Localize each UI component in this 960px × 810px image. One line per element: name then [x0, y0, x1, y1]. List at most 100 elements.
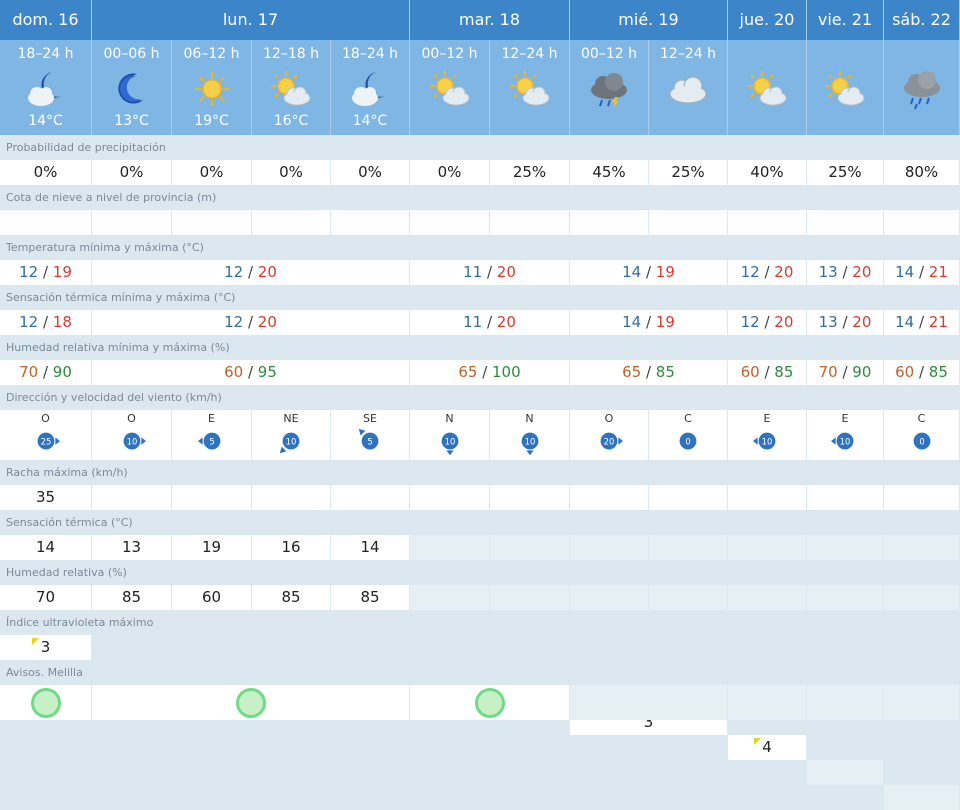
- data-cell: [252, 210, 331, 235]
- minmax-cell: 14 / 21: [884, 310, 960, 335]
- minmax-cell: 60 / 85: [728, 360, 807, 385]
- alert-cell: [410, 685, 570, 720]
- data-cell: 40%: [728, 160, 807, 185]
- min-value: 11: [463, 263, 483, 281]
- sun-cloud-icon: [425, 68, 475, 110]
- wind-speed: 10: [524, 436, 535, 446]
- period-header: 00–12 h: [410, 40, 490, 135]
- sun-cloud-icon: [742, 68, 792, 110]
- minmax-cell: 65 / 100: [410, 360, 570, 385]
- min-value: 60: [740, 363, 760, 381]
- separator: /: [243, 263, 258, 281]
- max-value: 20: [774, 263, 794, 281]
- wind-arrow-icon: 0: [679, 432, 697, 450]
- min-value: 13: [818, 313, 838, 331]
- wind-cell: O 20: [570, 410, 649, 460]
- uv-marker-icon: [753, 738, 761, 745]
- period-header-row: 18–24 h 14°C 00–06 h 13°C 06–12 h 19°C 12–18 h…: [0, 40, 960, 135]
- max-value: 21: [928, 263, 948, 281]
- wind-direction: C: [917, 412, 926, 425]
- separator: /: [641, 313, 656, 331]
- wind-speed: 5: [367, 436, 372, 446]
- wind-direction: E: [763, 412, 771, 425]
- min-value: 14: [622, 263, 642, 281]
- wind-speed: 0: [685, 436, 690, 446]
- data-cell: [728, 585, 807, 610]
- min-value: 14: [895, 263, 915, 281]
- wind-direction: N: [445, 412, 454, 425]
- period-label: 00–12 h: [581, 46, 637, 62]
- period-temperature: 13°C: [114, 113, 149, 129]
- wind-cell: N 10: [410, 410, 490, 460]
- wind-direction: E: [208, 412, 215, 425]
- wind-speed: 20: [604, 436, 615, 446]
- sun-cloud-icon: [820, 68, 870, 110]
- data-cell: [331, 210, 410, 235]
- period-header: 18–24 h 14°C: [331, 40, 410, 135]
- data-cell: [490, 585, 570, 610]
- day-header: lun. 17: [92, 0, 410, 40]
- data-cell: [884, 585, 960, 610]
- minmax-cell: 13 / 20: [807, 260, 884, 285]
- alert-cell: [884, 685, 960, 720]
- separator: /: [914, 263, 929, 281]
- wind-cell: O 25: [0, 410, 92, 460]
- min-value: 12: [19, 263, 39, 281]
- separator: /: [38, 313, 53, 331]
- wind-direction: NE: [283, 412, 299, 425]
- data-cell: [331, 485, 410, 510]
- separator: /: [641, 263, 656, 281]
- sun-icon: [187, 68, 237, 110]
- min-value: 13: [818, 263, 838, 281]
- period-label: 06–12 h: [183, 46, 240, 62]
- data-cell: 25%: [649, 160, 728, 185]
- data-cell: 14: [331, 535, 410, 560]
- wind-direction: O: [41, 412, 50, 425]
- min-value: 70: [19, 363, 39, 381]
- minmax-cell: 14 / 19: [570, 260, 728, 285]
- max-value: 90: [52, 363, 72, 381]
- wind-arrow-icon: 5: [197, 432, 220, 450]
- wind-direction: O: [604, 412, 614, 425]
- feel-period-row: 14 13 19 16 14: [0, 535, 960, 560]
- data-cell: 0%: [0, 160, 92, 185]
- data-cell: 13: [92, 535, 172, 560]
- max-value: 21: [928, 313, 948, 331]
- period-header: [728, 40, 807, 135]
- period-temperature: 14°C: [352, 113, 388, 129]
- data-cell: [410, 210, 490, 235]
- minmax-cell: 70 / 90: [807, 360, 884, 385]
- feel-row: 12 / 18 12 / 20 11 / 20 14 / 19 12 / 20 13 / …: [0, 310, 960, 335]
- separator: /: [38, 263, 53, 281]
- minmax-cell: 11 / 20: [410, 310, 570, 335]
- wind-speed: 0: [919, 436, 924, 446]
- minmax-cell: 60 / 95: [92, 360, 410, 385]
- data-cell: 35: [0, 485, 92, 510]
- data-cell: 14: [0, 535, 92, 560]
- minmax-cell: 14 / 19: [570, 310, 728, 335]
- period-label: [807, 46, 883, 64]
- section-label: Racha máxima (km/h): [0, 460, 960, 485]
- max-value: 19: [655, 263, 675, 281]
- day-header: jue. 20: [728, 0, 807, 40]
- gust-row: 35: [0, 485, 960, 510]
- data-cell: 85: [252, 585, 331, 610]
- wind-speed: 25: [40, 436, 51, 446]
- section-label: Cota de nieve a nivel de provincia (m): [0, 185, 960, 210]
- data-cell: [884, 210, 960, 235]
- minmax-cell: 12 / 18: [0, 310, 92, 335]
- data-cell: 60: [172, 585, 252, 610]
- day-header: mié. 19: [570, 0, 728, 40]
- moon-cloud-icon: [345, 68, 395, 110]
- period-header: 00–12 h: [570, 40, 649, 135]
- data-cell: 19: [172, 535, 252, 560]
- wind-speed: 10: [762, 436, 773, 446]
- day-header: sáb. 22: [884, 0, 960, 40]
- period-temperature: 19°C: [194, 113, 229, 129]
- min-value: 12: [224, 313, 244, 331]
- data-cell: 25%: [490, 160, 570, 185]
- temp-row: 12 / 19 12 / 20 11 / 20 14 / 19 12 / 20 13 / …: [0, 260, 960, 285]
- min-value: 65: [458, 363, 478, 381]
- uv-cell: [807, 760, 884, 785]
- data-cell: [807, 535, 884, 560]
